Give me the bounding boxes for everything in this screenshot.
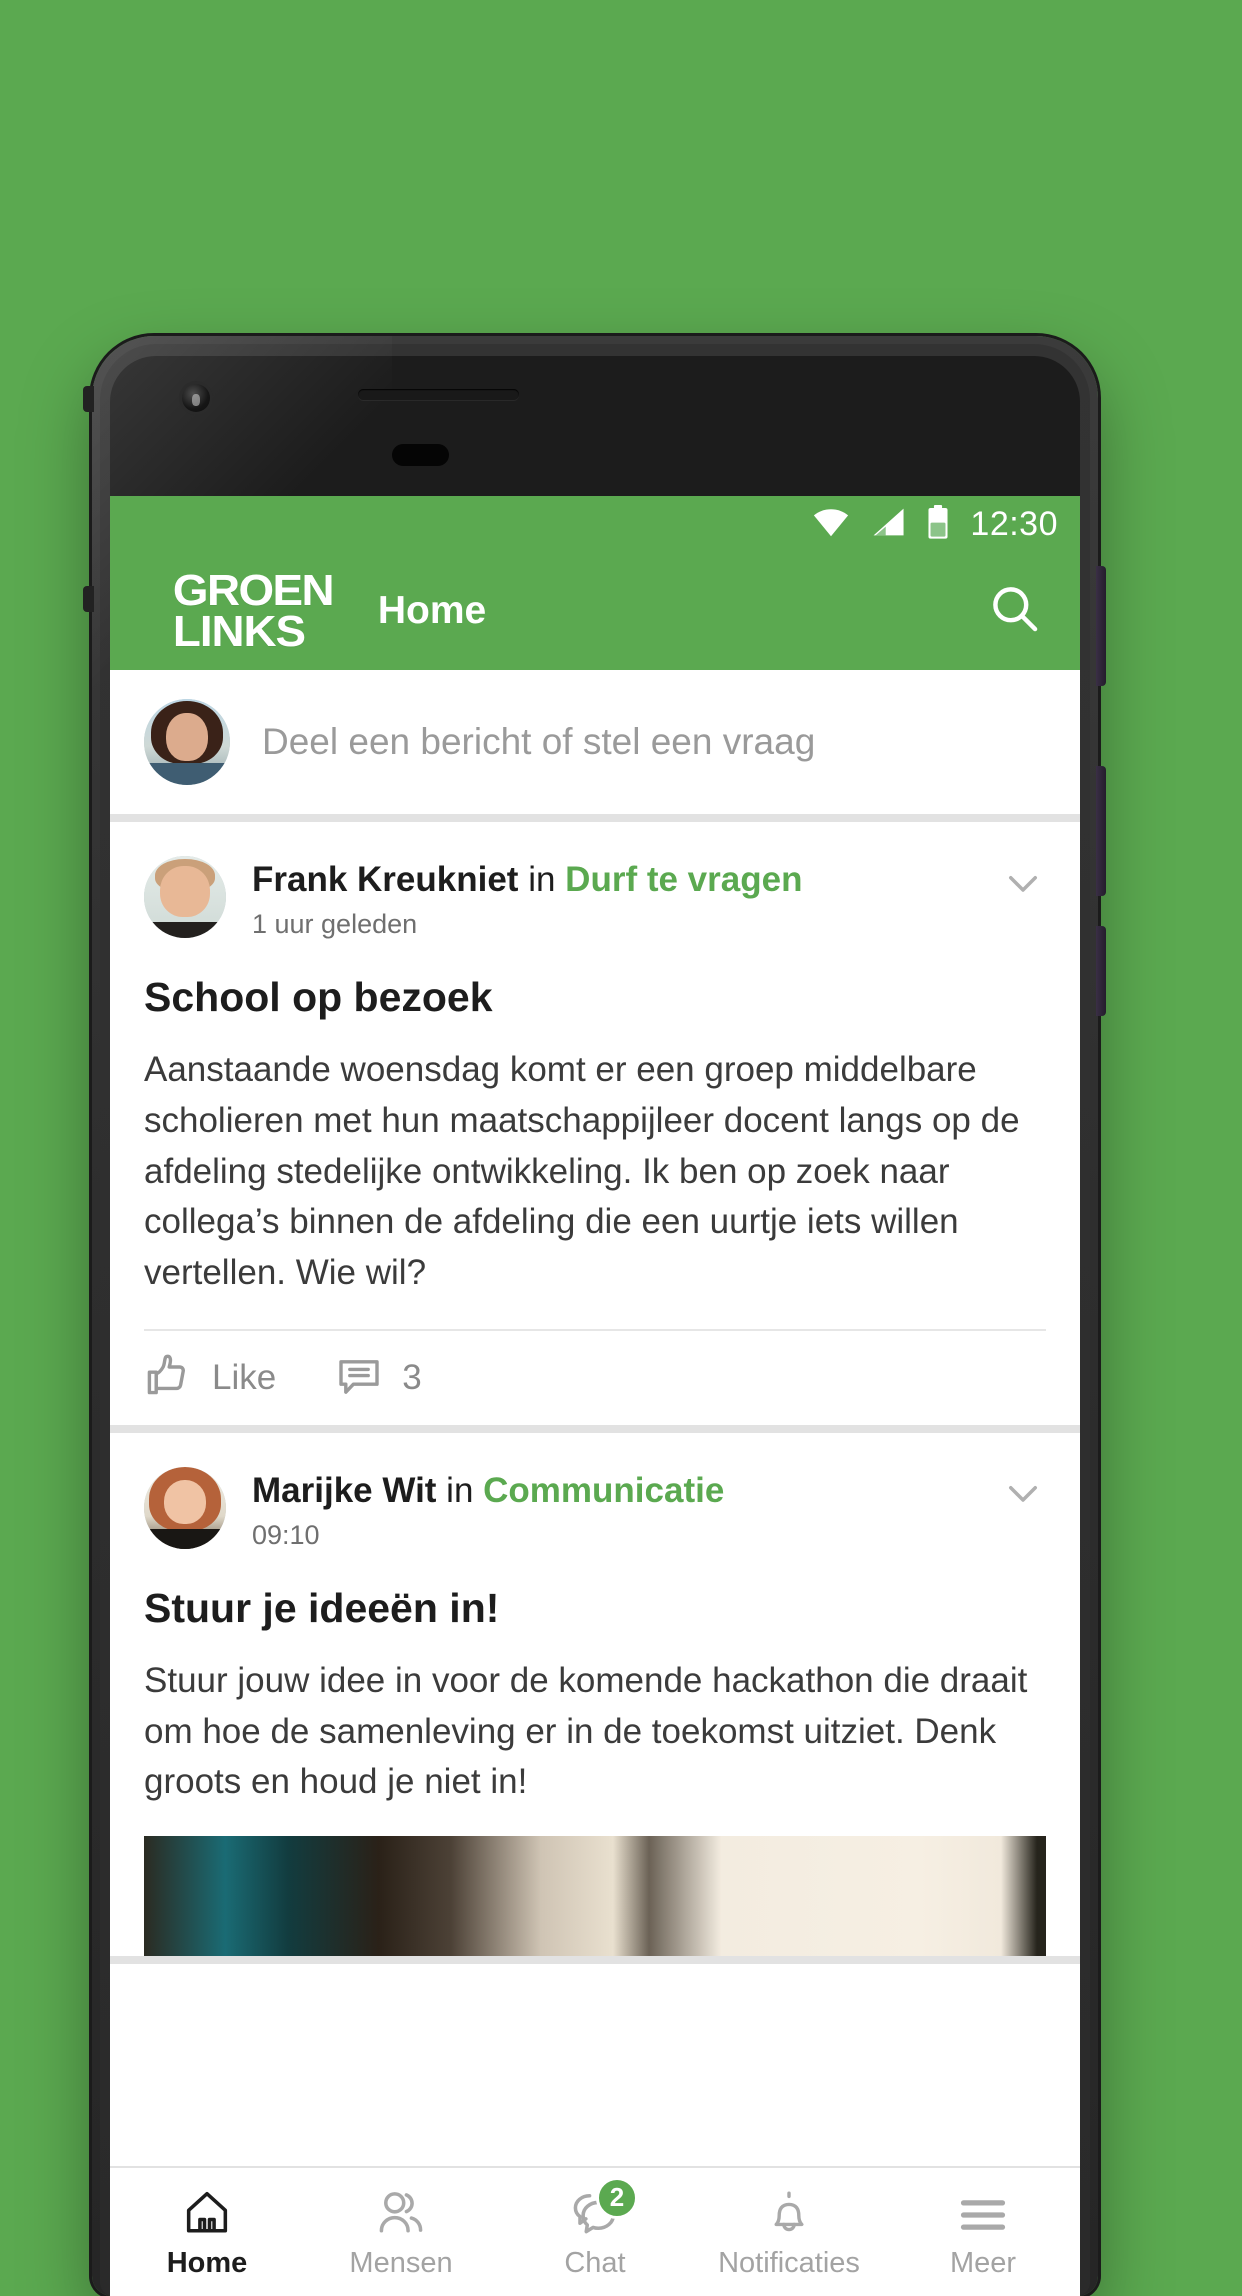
search-button[interactable] xyxy=(984,580,1046,642)
author-avatar-image xyxy=(144,1466,226,1549)
avatar[interactable] xyxy=(144,1466,226,1549)
search-icon xyxy=(987,581,1043,642)
phone-screen: 12:30 GROEN LINKS Home Deel een bericht … xyxy=(110,496,1080,2296)
tab-home[interactable]: Home xyxy=(110,2168,304,2296)
battery-icon xyxy=(926,504,950,544)
chat-bubbles-icon: 2 xyxy=(566,2176,638,2237)
people-icon xyxy=(373,2185,429,2237)
comment-count: 3 xyxy=(402,1357,422,1397)
status-bar: 12:30 xyxy=(110,496,1080,552)
hamburger-icon xyxy=(957,2185,1009,2237)
wifi-icon xyxy=(812,507,850,542)
comment-button[interactable]: 3 xyxy=(334,1351,422,1404)
power-button[interactable] xyxy=(1096,926,1106,1016)
left-edge-nub xyxy=(83,386,94,412)
post-header: Marijke Wit in Communicatie 09:10 xyxy=(110,1433,1080,1551)
volume-down-button[interactable] xyxy=(1096,766,1106,896)
author-avatar-image xyxy=(144,856,226,938)
proximity-sensor xyxy=(392,444,449,466)
post-attribution: Frank Kreukniet in Durf te vragen xyxy=(252,860,802,900)
bell-icon xyxy=(765,2185,813,2237)
post-header: Frank Kreukniet in Durf te vragen 1 uur … xyxy=(110,822,1080,940)
cellular-signal-icon xyxy=(870,507,906,542)
tab-label: Mensen xyxy=(349,2246,453,2279)
comment-icon xyxy=(334,1351,384,1404)
post-timestamp: 09:10 xyxy=(252,1519,320,1550)
logo-line-2: LINKS xyxy=(172,607,306,656)
chat-unread-badge: 2 xyxy=(596,2176,638,2219)
post-card: Frank Kreukniet in Durf te vragen 1 uur … xyxy=(110,822,1080,1433)
tab-label: Notificaties xyxy=(718,2246,860,2279)
post-connector: in xyxy=(436,1470,484,1510)
post-meta: Frank Kreukniet in Durf te vragen 1 uur … xyxy=(252,856,802,940)
like-button[interactable]: Like xyxy=(144,1351,276,1404)
tab-notificaties[interactable]: Notificaties xyxy=(692,2168,886,2296)
composer-placeholder-text: Deel een bericht of stel een vraag xyxy=(262,721,816,762)
tab-label: Meer xyxy=(949,2246,1017,2279)
left-edge-nub xyxy=(83,586,94,612)
post-body: Aanstaande woensdag komt er een groep mi… xyxy=(144,1050,1020,1292)
chevron-down-icon xyxy=(1002,862,1044,909)
tab-mensen[interactable]: Mensen xyxy=(304,2168,498,2296)
bottom-tab-bar: Home Mensen 2 Chat Notificaties Meer xyxy=(110,2166,1080,2296)
post-composer[interactable]: Deel een bericht of stel een vraag xyxy=(110,670,1080,822)
logo-line-1: GROEN xyxy=(172,565,335,615)
status-bar-clock: 12:30 xyxy=(970,504,1058,543)
tab-meer[interactable]: Meer xyxy=(886,2168,1080,2296)
groenlinks-logo: GROEN LINKS xyxy=(172,565,335,656)
post-actions: Like 3 xyxy=(144,1328,1046,1425)
post-group-name[interactable]: Durf te vragen xyxy=(565,860,802,899)
front-camera-icon xyxy=(182,384,210,412)
camera-lens-glint xyxy=(192,394,200,406)
post-options-button[interactable] xyxy=(1000,862,1046,908)
earpiece-speaker xyxy=(358,389,519,400)
post-author-name[interactable]: Marijke Wit xyxy=(252,1471,436,1510)
post-meta: Marijke Wit in Communicatie 09:10 xyxy=(252,1467,724,1551)
post-group-name[interactable]: Communicatie xyxy=(483,1471,724,1510)
user-avatar-image xyxy=(144,699,230,785)
avatar[interactable] xyxy=(144,856,226,938)
post-attached-image[interactable] xyxy=(144,1836,1046,1956)
chevron-down-icon xyxy=(1002,1472,1044,1519)
post-attribution: Marijke Wit in Communicatie xyxy=(252,1471,724,1511)
post-title: Stuur je ideeën in! xyxy=(144,1584,500,1631)
post-options-button[interactable] xyxy=(1000,1473,1046,1519)
phone-device: 12:30 GROEN LINKS Home Deel een bericht … xyxy=(83,336,1106,2296)
post-body: Stuur jouw idee in voor de komende hacka… xyxy=(144,1660,1028,1802)
app-bar: GROEN LINKS Home xyxy=(110,552,1080,670)
avatar xyxy=(144,699,230,785)
like-label: Like xyxy=(212,1357,277,1397)
post-card: Marijke Wit in Communicatie 09:10 Stuur … xyxy=(110,1432,1080,1964)
volume-up-button[interactable] xyxy=(1096,566,1106,686)
post-connector: in xyxy=(518,860,566,899)
home-icon xyxy=(181,2185,233,2237)
tab-label: Chat xyxy=(564,2246,626,2279)
thumbs-up-icon xyxy=(144,1351,194,1404)
tab-chat[interactable]: 2 Chat xyxy=(498,2168,692,2296)
tab-label: Home xyxy=(166,2246,248,2279)
page-title: Home xyxy=(377,589,487,632)
post-title: School op bezoek xyxy=(144,974,493,1020)
post-author-name[interactable]: Frank Kreukniet xyxy=(252,860,518,899)
post-timestamp: 1 uur geleden xyxy=(252,909,418,939)
